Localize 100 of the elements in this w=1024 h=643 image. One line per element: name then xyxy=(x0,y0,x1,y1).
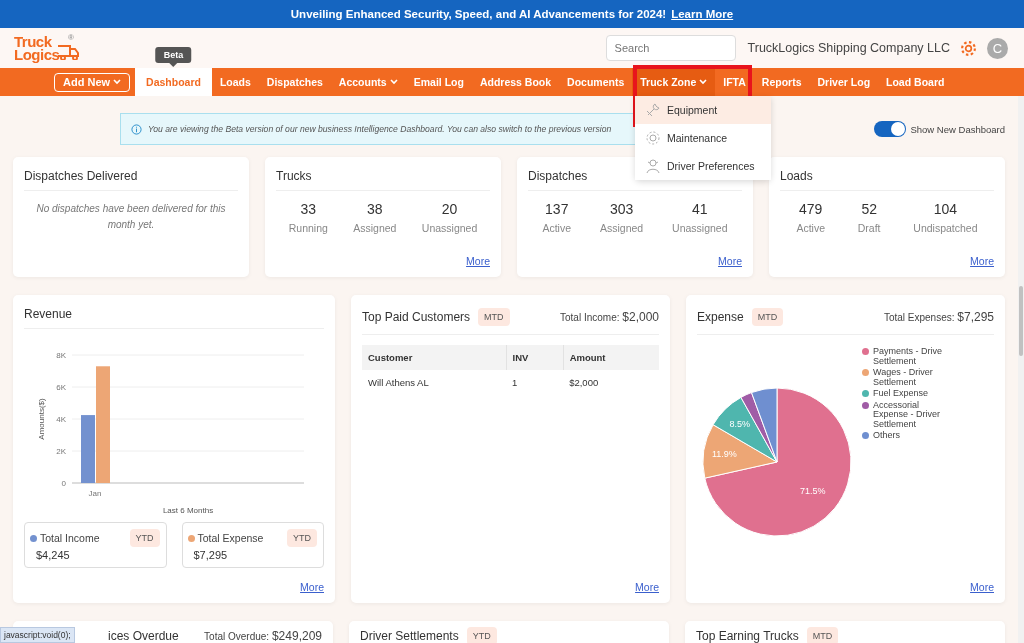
more-link[interactable]: More xyxy=(300,581,324,593)
nav-tab[interactable]: Address Book xyxy=(471,68,560,96)
announcement-text: Unveiling Enhanced Security, Speed, and AI Advancements for 2024! xyxy=(290,8,667,20)
nav-tab[interactable]: Load Board xyxy=(878,68,953,96)
stat-label: Undispatched xyxy=(913,222,978,234)
card-title: Trucks xyxy=(276,168,312,183)
total-label: Total Income xyxy=(40,532,100,544)
axis-tick: 0 xyxy=(61,479,66,488)
stat-value: 20 xyxy=(441,201,458,217)
period-tag: YTD xyxy=(129,529,160,547)
legend-dot xyxy=(862,401,869,409)
slice-label: 11.9% xyxy=(711,448,737,459)
nav-tab[interactable]: Reports xyxy=(753,68,810,96)
card-title: Driver Settlements xyxy=(360,629,459,643)
legend-dot xyxy=(862,390,869,397)
table-cell: 1 xyxy=(506,370,564,395)
stat-label: Unassigned xyxy=(672,222,728,234)
stat-value: 52 xyxy=(861,201,877,217)
wrench-icon xyxy=(645,102,661,118)
period-tag: MTD xyxy=(806,627,839,643)
legend-label: Accessorial Expense - Driver Settlement xyxy=(873,400,942,429)
legend-label: Wages - Driver Settlement xyxy=(873,368,934,387)
axis-tick: 2K xyxy=(56,447,66,456)
card-title: Revenue xyxy=(24,306,73,321)
legend-dot xyxy=(30,534,37,542)
dashboard-toggle[interactable] xyxy=(874,121,907,137)
stat-label: Unassigned xyxy=(421,222,478,234)
stat-value: 479 xyxy=(799,201,823,217)
nav-tab[interactable]: Dashboard xyxy=(135,68,212,96)
total-value: $4,245 xyxy=(35,549,71,561)
stat-value: 303 xyxy=(609,201,634,217)
axis-label: Amounts($) xyxy=(37,398,46,440)
card-title: ices Overdue xyxy=(108,628,179,643)
person-icon xyxy=(645,158,661,174)
registered-mark: ® xyxy=(67,32,74,44)
info-text: You are viewing the Beta version of our new business Intelligence Dashboard. You can also switch to the previous version xyxy=(148,124,612,134)
menu-item[interactable]: Equipment xyxy=(635,96,771,124)
card-title: Top Paid Customers xyxy=(362,309,471,324)
more-link[interactable]: More xyxy=(718,255,742,267)
stat-value: 104 xyxy=(933,201,958,217)
add-new-button[interactable]: Add New xyxy=(54,72,131,92)
caret-icon xyxy=(113,79,122,85)
stat-value: 38 xyxy=(367,201,383,217)
legend-dot xyxy=(862,369,869,376)
card-title: Dispatches Delivered xyxy=(24,168,138,183)
axis-tick: Jan xyxy=(88,489,102,498)
nav-tab[interactable]: Dispatches xyxy=(258,68,331,96)
total-overdue: Total Overdue: $249,209 xyxy=(204,628,322,643)
legend-label: Fuel Expense xyxy=(873,389,929,399)
menu-item[interactable]: Driver Preferences xyxy=(635,152,771,180)
stat-value: 33 xyxy=(300,201,317,217)
stat-label: Running xyxy=(288,222,328,234)
axis-label: Last 6 Months xyxy=(162,506,214,515)
nav-tab[interactable]: Driver Log xyxy=(809,68,879,96)
legend-dot xyxy=(862,348,869,355)
company-name: TruckLogics Shipping Company LLC xyxy=(747,41,950,55)
nav-tab[interactable]: IFTA xyxy=(715,68,754,96)
menu-item[interactable]: Maintenance xyxy=(635,124,771,152)
nav-tab[interactable]: Documents xyxy=(559,68,633,96)
period-tag: MTD xyxy=(478,307,510,326)
learn-more-link[interactable]: Learn More xyxy=(671,8,734,20)
card-title: Loads xyxy=(780,168,813,183)
more-link[interactable]: More xyxy=(466,255,490,267)
total-value: $7,295 xyxy=(192,549,229,561)
card-title: Expense xyxy=(697,309,744,324)
table-cell: $2,000 xyxy=(563,370,659,395)
card-title: Top Earning Trucks xyxy=(696,629,799,643)
total-income: Total Income: $2,000 xyxy=(560,309,659,324)
more-link[interactable]: More xyxy=(970,255,994,267)
nav-tab[interactable]: Loads xyxy=(211,68,259,96)
slice-label: 71.5% xyxy=(800,485,826,496)
logo-text: Logics xyxy=(14,48,60,61)
stat-label: Assigned xyxy=(599,222,644,234)
gear-icon xyxy=(645,130,661,146)
nav-tab[interactable]: Email Log xyxy=(405,68,472,96)
stat-label: Assigned xyxy=(353,222,397,234)
stat-value: 41 xyxy=(692,201,708,217)
column-header: INV xyxy=(506,345,564,370)
column-header: Amount xyxy=(563,345,659,370)
nav-tab[interactable]: Accounts xyxy=(330,68,406,96)
scrollbar[interactable] xyxy=(1018,96,1024,643)
legend-dot xyxy=(187,534,195,542)
more-link[interactable]: More xyxy=(970,581,994,593)
avatar[interactable]: C xyxy=(987,37,1008,59)
more-link[interactable]: More xyxy=(635,581,659,593)
column-header: Customer xyxy=(362,345,507,370)
period-tag: YTD xyxy=(466,627,497,643)
stat-label: Active xyxy=(542,222,572,234)
period-tag: YTD xyxy=(287,529,317,547)
period-tag: MTD xyxy=(751,307,784,326)
search-field[interactable]: Search xyxy=(605,35,736,61)
axis-tick: 4K xyxy=(56,415,66,424)
slice-label: 8.5% xyxy=(729,418,750,429)
legend-label: Payments - Drive Settlement xyxy=(873,347,944,366)
total-label: Total Expense xyxy=(197,532,264,544)
toggle-label: Show New Dashboard xyxy=(910,123,1005,135)
axis-tick: 8K xyxy=(56,351,66,360)
settings-icon[interactable] xyxy=(960,39,977,57)
stat-label: Active xyxy=(796,222,825,234)
legend-dot xyxy=(862,432,869,439)
